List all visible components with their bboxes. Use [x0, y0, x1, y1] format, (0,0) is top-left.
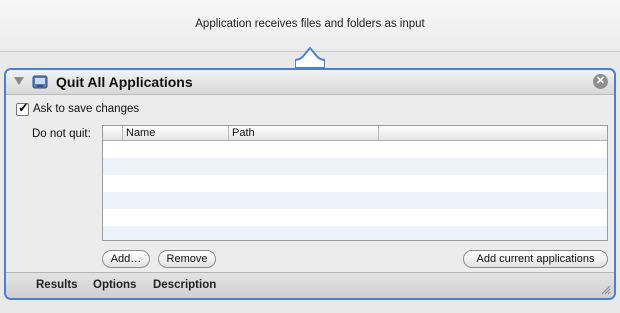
action-footer: Results Options Description: [6, 272, 614, 298]
add-current-applications-button[interactable]: Add current applications: [463, 250, 608, 268]
ask-to-save-checkbox[interactable]: ✓: [16, 100, 29, 116]
table-row[interactable]: [103, 175, 607, 192]
tab-results[interactable]: Results: [36, 279, 78, 291]
input-banner-text: Application receives files and folders a…: [195, 18, 425, 30]
input-banner: Application receives files and folders a…: [0, 0, 620, 52]
table-row[interactable]: [103, 192, 607, 209]
table-column-path[interactable]: Path: [229, 126, 379, 140]
table-row[interactable]: [103, 226, 607, 240]
disclosure-triangle-icon[interactable]: [14, 77, 24, 85]
action-title: Quit All Applications: [56, 74, 193, 90]
table-row[interactable]: [103, 158, 607, 175]
tab-description[interactable]: Description: [153, 279, 216, 291]
do-not-quit-table[interactable]: Name Path: [102, 125, 608, 241]
table-column-name[interactable]: Name: [123, 126, 229, 140]
table-column-blank: [103, 126, 123, 140]
checkmark-icon: ✓: [18, 100, 29, 115]
resize-grip-icon[interactable]: [601, 285, 611, 295]
close-icon[interactable]: ✕: [593, 74, 608, 89]
table-header: Name Path: [103, 126, 607, 141]
remove-button[interactable]: Remove: [158, 250, 216, 268]
action-content: ✓ Ask to save changes Do not quit: Name …: [6, 95, 614, 273]
action-panel[interactable]: Quit All Applications ✕ ✓ Ask to save ch…: [4, 68, 616, 300]
tab-options[interactable]: Options: [93, 279, 136, 291]
table-row[interactable]: [103, 209, 607, 226]
action-header: Quit All Applications ✕: [6, 70, 614, 95]
connector-notch-icon: [295, 46, 325, 68]
add-button[interactable]: Add…: [102, 250, 150, 268]
do-not-quit-label: Do not quit:: [32, 128, 91, 140]
automator-app-icon: [32, 75, 48, 89]
table-row[interactable]: [103, 141, 607, 158]
ask-to-save-label: Ask to save changes: [33, 103, 140, 115]
